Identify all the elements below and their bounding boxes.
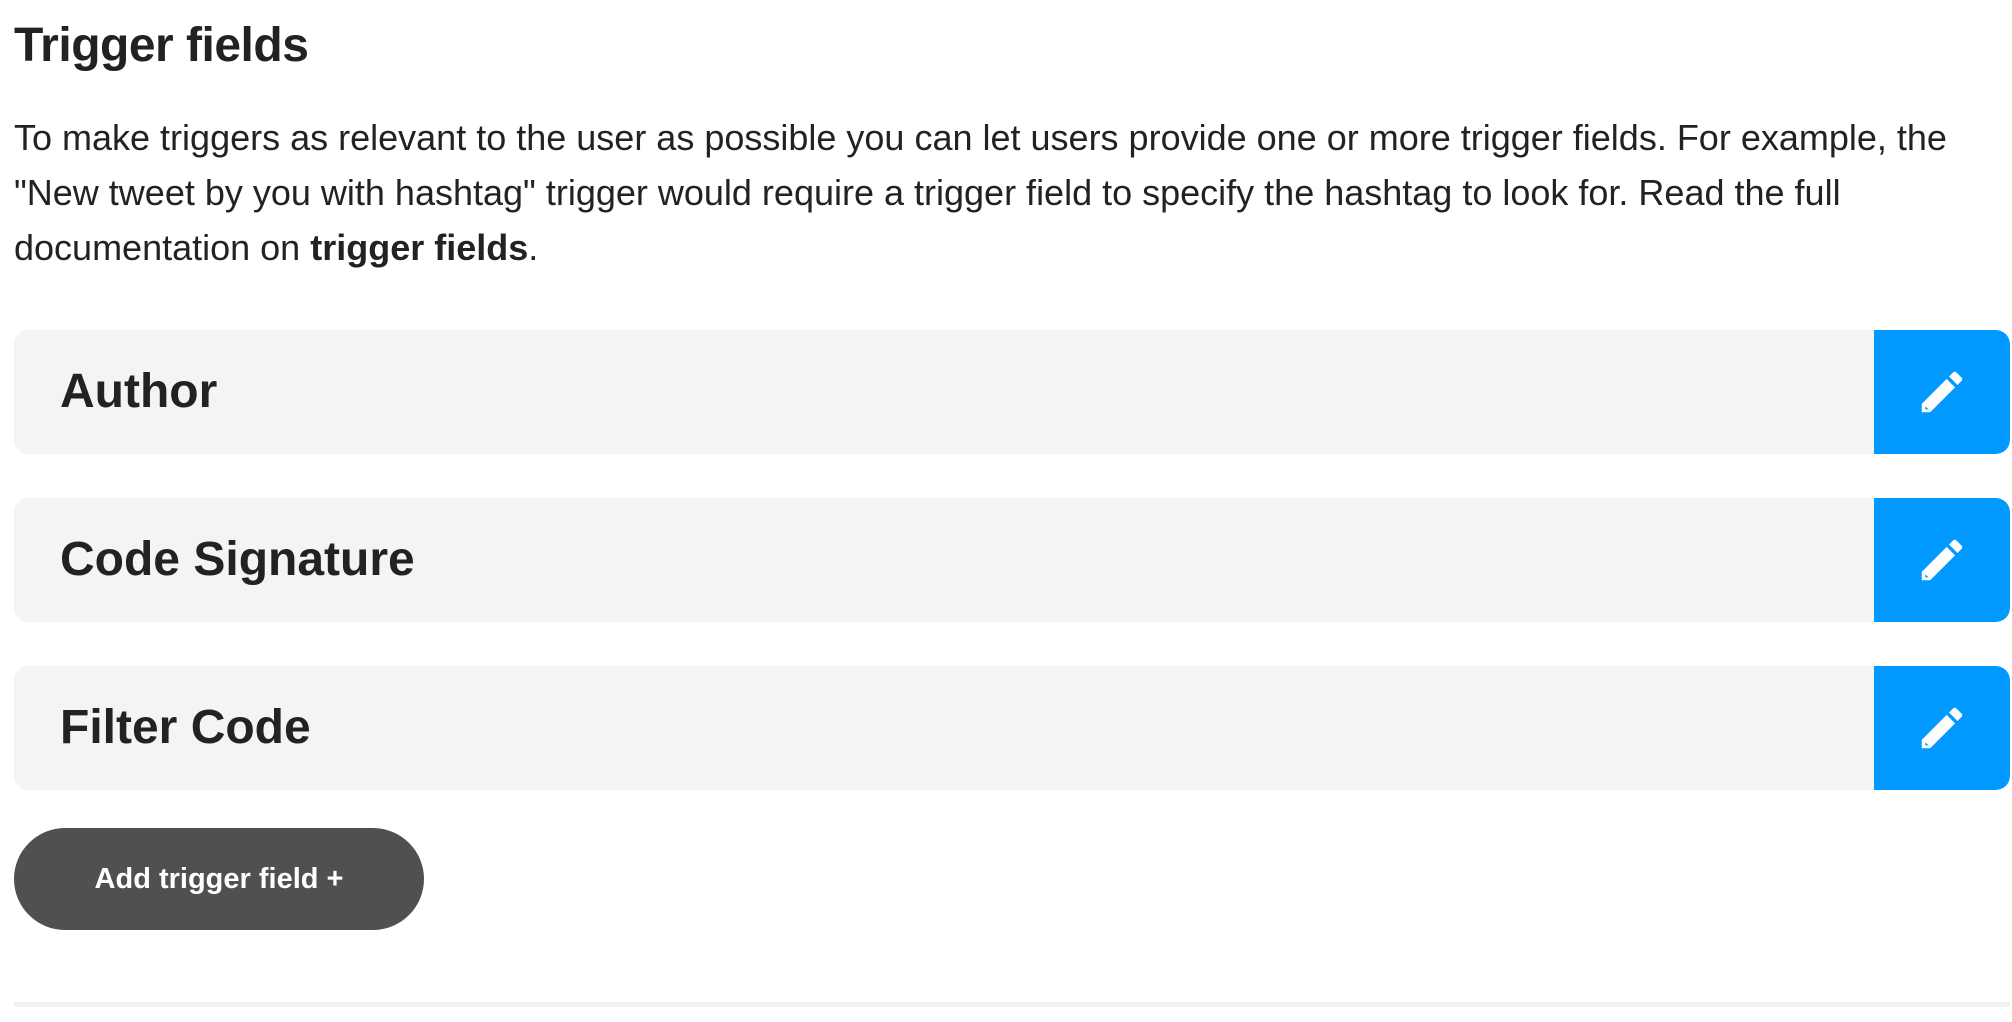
trigger-field-label: Filter Code — [60, 701, 311, 754]
section-divider — [14, 1002, 2010, 1007]
pencil-icon — [1921, 371, 1963, 413]
description-end: . — [528, 227, 539, 268]
trigger-field-label: Code Signature — [60, 533, 415, 586]
edit-filter-code-button[interactable] — [1874, 666, 2010, 790]
add-trigger-field-button[interactable]: Add trigger field + — [14, 828, 424, 930]
pencil-icon — [1921, 707, 1963, 749]
pencil-icon — [1921, 539, 1963, 581]
trigger-field-row-filter-code: Filter Code — [14, 666, 2010, 790]
section-title: Trigger fields — [14, 19, 309, 72]
section-description: To make triggers as relevant to the user… — [14, 110, 2010, 275]
trigger-field-row-code-signature: Code Signature — [14, 498, 2010, 622]
description-text: To make triggers as relevant to the user… — [14, 117, 1947, 268]
edit-author-button[interactable] — [1874, 330, 2010, 454]
trigger-field-label: Author — [60, 365, 218, 418]
edit-code-signature-button[interactable] — [1874, 498, 2010, 622]
trigger-fields-doc-link[interactable]: trigger fields — [310, 227, 528, 268]
trigger-field-row-author: Author — [14, 330, 2010, 454]
